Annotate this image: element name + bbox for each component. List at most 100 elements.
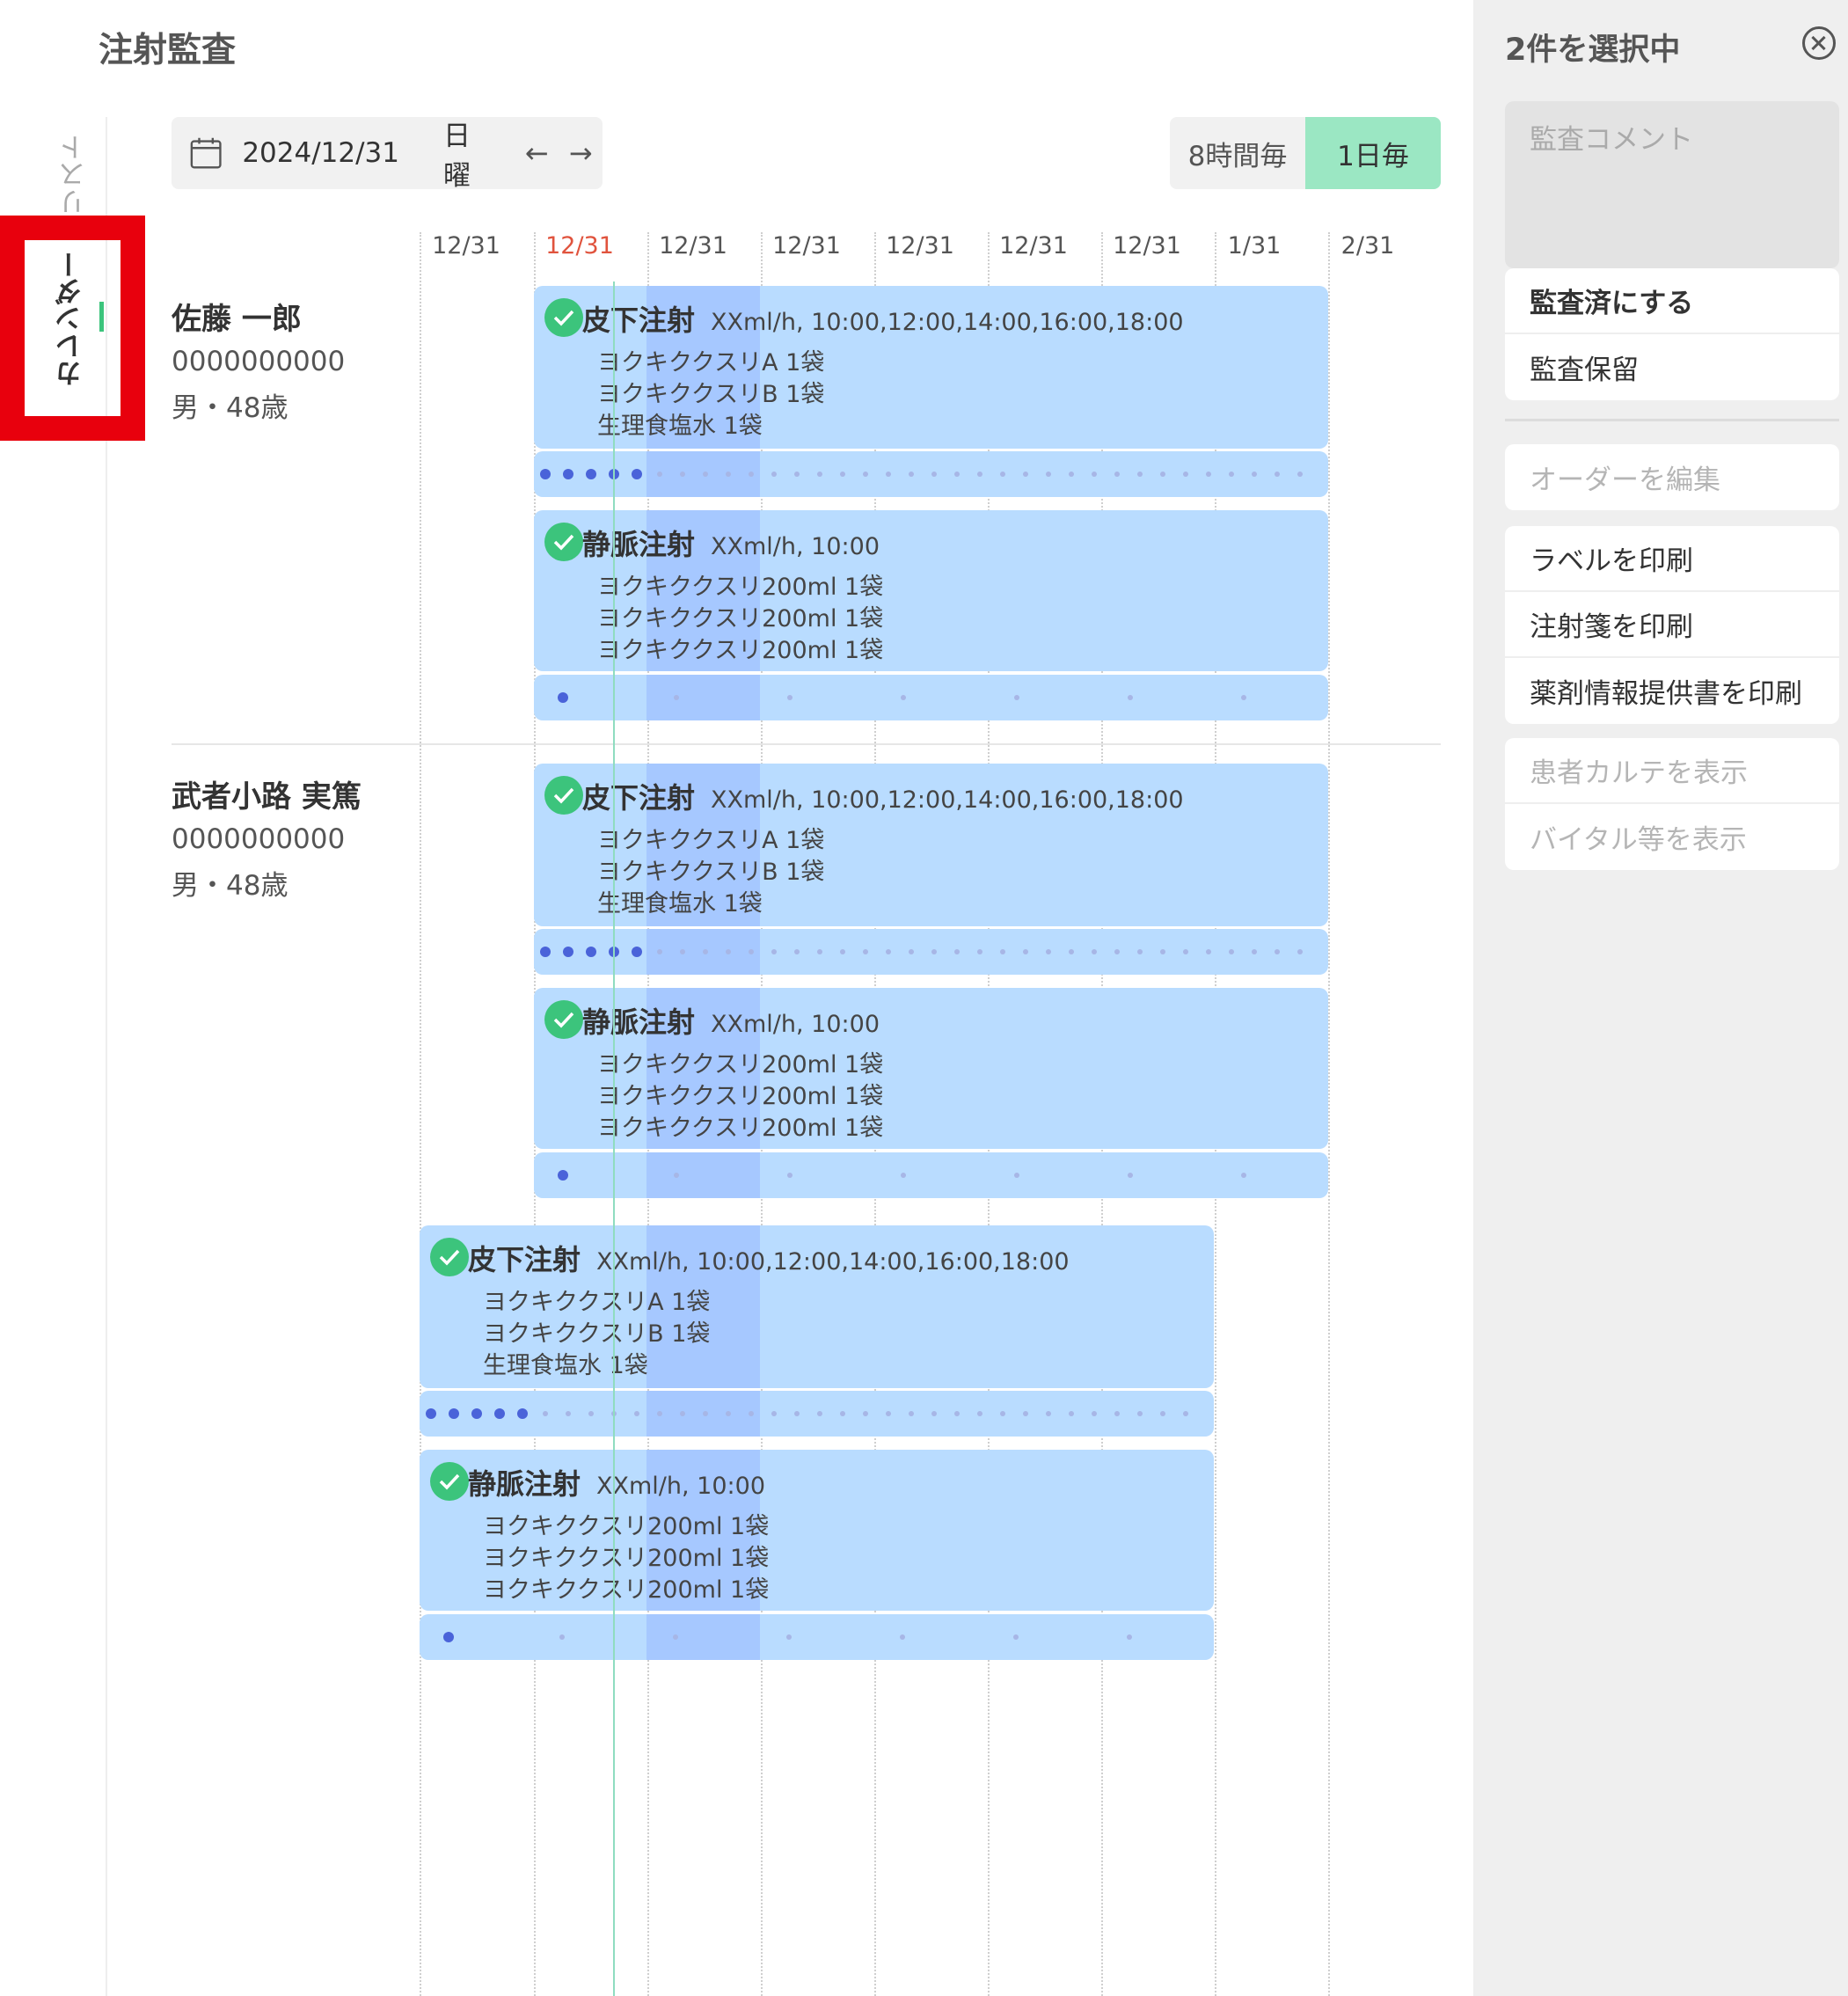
order-title: 皮下注射 (582, 781, 696, 815)
patient-id: 0000000000 (172, 823, 346, 855)
slot-dot (673, 1634, 678, 1640)
close-icon[interactable] (1802, 26, 1836, 60)
slot-dot (1229, 472, 1234, 477)
slot-dot (1000, 472, 1005, 477)
slot-dot (817, 472, 822, 477)
slot-dot (749, 949, 754, 954)
focus-range (646, 1614, 760, 1660)
dose-dot-row (534, 929, 1328, 975)
slot-dot (1183, 949, 1188, 954)
slot-dot (680, 949, 685, 954)
order-title: 皮下注射 (468, 1243, 581, 1276)
edit-order-button[interactable]: オーダーを編集 (1505, 444, 1839, 510)
slot-dot (1183, 1411, 1188, 1416)
dose-dot (558, 692, 568, 703)
slot-dot (1014, 695, 1019, 700)
slot-dot (771, 472, 777, 477)
dose-dot (586, 469, 596, 479)
order-card[interactable]: 静脈注射 XXml/h, 10:00 ヨクキククスリ200ml 1袋 ヨクキククス… (420, 1450, 1214, 1611)
slot-dot (771, 1411, 777, 1416)
slot-dot (588, 1411, 594, 1416)
slot-dot (703, 1411, 708, 1416)
dose-dot-row (534, 1152, 1328, 1198)
slot-dot (1114, 949, 1120, 954)
audit-comment-input[interactable]: 監査コメント (1505, 101, 1839, 268)
date-navigator: 2024/12/31 日曜 ← → (172, 117, 603, 192)
slot-dot (726, 472, 731, 477)
day-of-week: 日曜 (443, 121, 471, 192)
slot-dot (1069, 949, 1074, 954)
slot-dot (1092, 949, 1097, 954)
show-chart-button[interactable]: 患者カルテを表示 (1505, 738, 1839, 804)
slot-dot (657, 949, 662, 954)
slot-dot (1127, 1634, 1132, 1640)
show-vitals-button[interactable]: バイタル等を表示 (1505, 804, 1839, 870)
slot-dot (840, 949, 845, 954)
slot-dot (1013, 1634, 1019, 1640)
mark-audited-button[interactable]: 監査済にする (1505, 268, 1839, 334)
slot-dot (1252, 472, 1257, 477)
slot-dot (1241, 1173, 1246, 1178)
order-card[interactable]: 静脈注射 XXml/h, 10:00 ヨクキククスリ200ml 1袋 ヨクキククス… (534, 510, 1328, 671)
order-item: ヨクキククスリA 1袋 (597, 827, 825, 854)
order-item: ヨクキククスリ200ml 1袋 (597, 637, 884, 664)
slot-dot (566, 1411, 571, 1416)
interval-8h-button[interactable]: 8時間毎 (1170, 117, 1305, 189)
slot-dot (931, 949, 937, 954)
calendar-icon[interactable] (189, 135, 223, 171)
slot-dot (817, 1411, 822, 1416)
slot-dot (1160, 1411, 1165, 1416)
interval-1d-button[interactable]: 1日毎 (1305, 117, 1441, 189)
check-icon (544, 1000, 583, 1039)
next-arrow-icon[interactable]: → (559, 136, 603, 170)
order-card[interactable]: 静脈注射 XXml/h, 10:00 ヨクキククスリ200ml 1袋 ヨクキククス… (534, 988, 1328, 1149)
check-icon (544, 776, 583, 815)
dose-dot (563, 947, 573, 957)
view-actions: 患者カルテを表示 バイタル等を表示 (1505, 738, 1839, 870)
slot-dot (1252, 949, 1257, 954)
patient-name[interactable]: 武者小路 実篤 (172, 772, 362, 815)
slot-dot (863, 1411, 868, 1416)
slot-dot (787, 1173, 793, 1178)
print-drug-info-button[interactable]: 薬剤情報提供書を印刷 (1505, 658, 1839, 724)
order-title: 皮下注射 (582, 303, 696, 337)
slot-dot (1137, 1411, 1143, 1416)
print-prescription-button[interactable]: 注射箋を印刷 (1505, 592, 1839, 658)
dose-dot (586, 947, 596, 957)
col-label: 1/31 (1227, 232, 1282, 260)
order-card[interactable]: 皮下注射 XXml/h, 10:00,12:00,14:00,16:00,18:0… (534, 764, 1328, 926)
slot-dot (909, 472, 914, 477)
order-title: 静脈注射 (582, 1005, 696, 1039)
order-item: 生理食塩水 1袋 (483, 1352, 648, 1379)
dose-dot (449, 1408, 459, 1419)
slot-dot (886, 472, 891, 477)
col-label: 2/31 (1340, 232, 1395, 260)
slot-dot (787, 695, 793, 700)
tab-list[interactable]: リスト (55, 134, 94, 216)
print-label-button[interactable]: ラベルを印刷 (1505, 526, 1839, 592)
order-card[interactable]: 皮下注射 XXml/h, 10:00,12:00,14:00,16:00,18:0… (420, 1225, 1214, 1388)
prev-arrow-icon[interactable]: ← (515, 136, 559, 170)
slot-dot (1046, 949, 1051, 954)
slot-dot (794, 949, 800, 954)
slot-dot (749, 472, 754, 477)
slot-dot (931, 1411, 937, 1416)
current-time-line (613, 281, 615, 1996)
order-item: 生理食塩水 1袋 (597, 890, 763, 918)
slot-dot (794, 1411, 800, 1416)
current-date[interactable]: 2024/12/31 (242, 137, 399, 169)
slot-dot (1000, 1411, 1005, 1416)
patient-id: 0000000000 (172, 346, 346, 377)
patient-name[interactable]: 佐藤 一郎 (172, 295, 302, 338)
order-card[interactable]: 皮下注射 XXml/h, 10:00,12:00,14:00,16:00,18:0… (534, 286, 1328, 449)
dose-dot (632, 947, 642, 957)
slot-dot (1023, 949, 1028, 954)
col-label: 12/31 (659, 232, 727, 260)
order-item: ヨクキククスリA 1袋 (483, 1289, 711, 1316)
check-icon (544, 298, 583, 337)
slot-dot (703, 949, 708, 954)
check-icon (430, 1462, 469, 1501)
dose-dot-row (534, 451, 1328, 497)
audit-hold-button[interactable]: 監査保留 (1505, 334, 1839, 400)
dose-dot (563, 469, 573, 479)
